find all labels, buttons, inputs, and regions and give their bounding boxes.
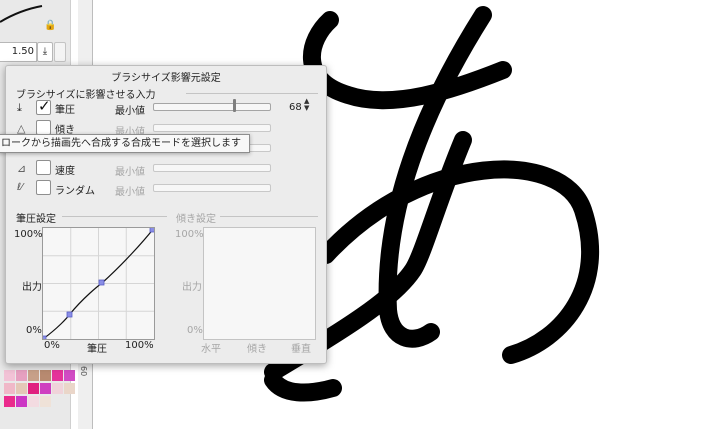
palette-swatch[interactable] <box>28 370 39 381</box>
tilt-y-mid: 出力 <box>182 282 202 293</box>
value-stepper-icon[interactable]: ▲ ▼ <box>304 98 309 112</box>
tilt-y-bottom: 0% <box>187 325 203 336</box>
tilt-curve-graph <box>203 227 316 340</box>
pressure-min-slider[interactable] <box>153 99 271 112</box>
tilt-graph-header: 傾き設定 <box>176 214 216 225</box>
pressure-y-mid: 出力 <box>22 282 42 293</box>
curve-point[interactable] <box>66 311 73 318</box>
pressure-y-bottom: 0% <box>26 325 42 336</box>
pressure-checkbox[interactable] <box>36 97 51 115</box>
pressure-min-value[interactable]: 68 <box>289 102 302 113</box>
palette-swatch[interactable] <box>28 396 39 407</box>
divider <box>220 216 318 217</box>
speed-min-slider <box>153 164 271 172</box>
palette-swatch[interactable] <box>4 383 15 394</box>
palette-swatch[interactable] <box>4 396 15 407</box>
speed-checkbox[interactable] <box>36 160 51 175</box>
pressure-x-mid: 筆圧 <box>87 344 107 355</box>
curve-point[interactable] <box>149 226 156 233</box>
pressure-graph-header: 筆圧設定 <box>16 214 56 225</box>
tilt-checkbox[interactable] <box>36 120 51 135</box>
palette-swatch[interactable] <box>4 370 15 381</box>
curve-point[interactable] <box>98 279 105 286</box>
pressure-label: 筆圧 <box>55 105 75 116</box>
ruler-label: 60 <box>79 366 88 377</box>
pressure-icon: ⤓ <box>17 101 22 114</box>
tilt-x-mid: 傾き <box>247 344 267 355</box>
brush-size-source-dialog: ブラシサイズ影響元設定 ブラシサイズに影響させる入力 ⤓ 筆圧 最小値 68 ▲… <box>5 65 327 364</box>
inputs-header: ブラシサイズに影響させる入力 <box>16 90 156 101</box>
tilt-y-top: 100% <box>175 229 204 240</box>
tilt-min-slider <box>153 124 271 132</box>
dialog-title: ブラシサイズ影響元設定 <box>111 73 221 84</box>
pressure-x-left: 0% <box>44 340 60 351</box>
slider-thumb[interactable] <box>233 99 236 112</box>
tilt-x-left: 水平 <box>201 344 221 355</box>
random-label: ランダム <box>55 186 95 197</box>
brush-preview <box>0 5 43 23</box>
size-stepper[interactable] <box>54 42 66 62</box>
palette-swatch[interactable] <box>28 383 39 394</box>
color-palette[interactable] <box>0 368 75 429</box>
tooltip: ロークから描画先へ合成する合成モードを選択します <box>0 134 250 153</box>
divider <box>62 216 167 217</box>
palette-swatch[interactable] <box>16 396 27 407</box>
divider <box>186 93 318 94</box>
palette-swatch[interactable] <box>16 383 27 394</box>
palette-swatch[interactable] <box>52 383 63 394</box>
palette-swatch[interactable] <box>40 396 51 407</box>
speed-min-label: 最小値 <box>115 167 145 178</box>
random-icon: ℓ⁄ <box>17 182 23 193</box>
curve-point[interactable] <box>40 335 47 342</box>
random-checkbox[interactable] <box>36 180 51 195</box>
palette-swatch[interactable] <box>52 370 63 381</box>
tilt-x-right: 垂直 <box>291 344 311 355</box>
pressure-min-label: 最小値 <box>115 106 145 117</box>
speed-label: 速度 <box>55 166 75 177</box>
speed-icon: ⊿ <box>17 162 27 175</box>
random-min-slider <box>153 184 271 192</box>
palette-swatch[interactable] <box>16 370 27 381</box>
palette-swatch[interactable] <box>64 383 75 394</box>
random-min-label: 最小値 <box>115 187 145 198</box>
palette-swatch[interactable] <box>64 370 75 381</box>
brush-size-field[interactable]: 1.50 <box>0 42 37 62</box>
palette-swatch[interactable] <box>40 383 51 394</box>
palette-swatch[interactable] <box>40 370 51 381</box>
pressure-settings-button[interactable]: ⤓ <box>37 42 53 62</box>
pressure-x-right: 100% <box>125 340 154 351</box>
pressure-y-top: 100% <box>14 229 43 240</box>
lock-icon[interactable]: 🔒 <box>44 20 56 31</box>
pressure-curve-graph[interactable] <box>40 226 156 342</box>
